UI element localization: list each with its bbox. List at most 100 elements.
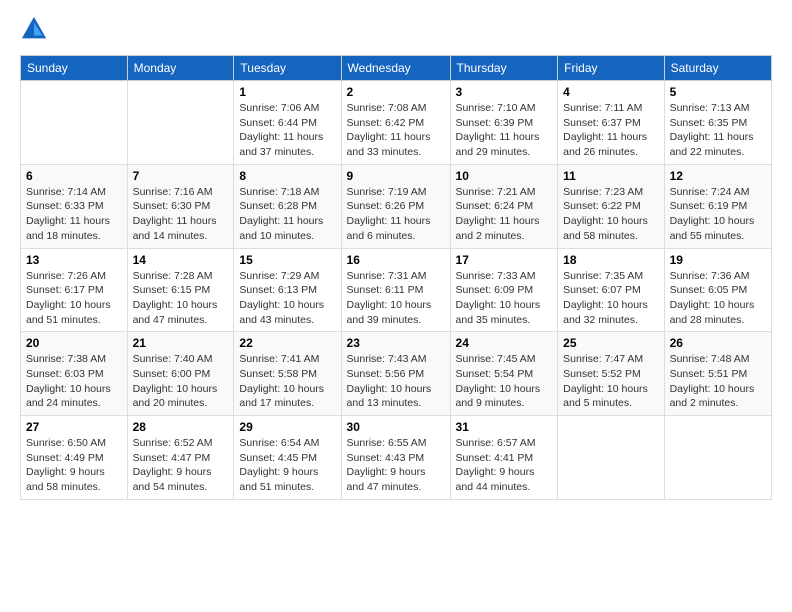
day-number: 3 [456, 85, 553, 99]
day-number: 9 [347, 169, 445, 183]
calendar-day-cell: 5Sunrise: 7:13 AM Sunset: 6:35 PM Daylig… [664, 81, 771, 165]
calendar-day-cell: 30 Sunrise: 6:55 AM Sunset: 4:43 PM Dayli… [341, 416, 450, 500]
calendar-day-cell: 19Sunrise: 7:36 AM Sunset: 6:05 PM Dayli… [664, 248, 771, 332]
day-info: Sunrise: 7:48 AM Sunset: 5:51 PM Dayligh… [670, 352, 766, 411]
calendar-day-cell: 29 Sunrise: 6:54 AM Sunset: 4:45 PM Dayli… [234, 416, 341, 500]
day-info: Sunrise: 7:28 AM Sunset: 6:15 PM Dayligh… [133, 269, 229, 328]
calendar-day-cell [21, 81, 128, 165]
calendar-day-header: Sunday [21, 56, 128, 81]
calendar-day-cell: 15 Sunrise: 7:29 AM Sunset: 6:13 PM Dayli… [234, 248, 341, 332]
calendar-week-row: 1 Sunrise: 7:06 AM Sunset: 6:44 PM Daylig… [21, 81, 772, 165]
day-number: 12 [670, 169, 766, 183]
day-info: Sunrise: 7:29 AM Sunset: 6:13 PM Dayligh… [239, 269, 335, 328]
day-info: Sunrise: 7:45 AM Sunset: 5:54 PM Dayligh… [456, 352, 553, 411]
day-info: Sunrise: 7:11 AM Sunset: 6:37 PM Dayligh… [563, 101, 658, 160]
day-number: 22 [239, 336, 335, 350]
header [20, 15, 772, 43]
day-number: 23 [347, 336, 445, 350]
calendar-day-cell [127, 81, 234, 165]
day-info: Sunrise: 6:54 AM Sunset: 4:45 PM Dayligh… [239, 436, 335, 495]
day-number: 19 [670, 253, 766, 267]
day-number: 17 [456, 253, 553, 267]
calendar-day-header: Tuesday [234, 56, 341, 81]
calendar-day-cell: 1 Sunrise: 7:06 AM Sunset: 6:44 PM Daylig… [234, 81, 341, 165]
calendar-day-cell: 10 Sunrise: 7:21 AM Sunset: 6:24 PM Dayli… [450, 164, 558, 248]
calendar-day-cell: 24 Sunrise: 7:45 AM Sunset: 5:54 PM Dayli… [450, 332, 558, 416]
day-number: 5 [670, 85, 766, 99]
day-info: Sunrise: 7:33 AM Sunset: 6:09 PM Dayligh… [456, 269, 553, 328]
calendar-day-cell [664, 416, 771, 500]
day-info: Sunrise: 7:24 AM Sunset: 6:19 PM Dayligh… [670, 185, 766, 244]
calendar-day-header: Friday [558, 56, 664, 81]
day-info: Sunrise: 7:38 AM Sunset: 6:03 PM Dayligh… [26, 352, 122, 411]
day-number: 18 [563, 253, 658, 267]
calendar-week-row: 13 Sunrise: 7:26 AM Sunset: 6:17 PM Dayli… [21, 248, 772, 332]
day-number: 7 [133, 169, 229, 183]
calendar-day-header: Thursday [450, 56, 558, 81]
day-info: Sunrise: 7:47 AM Sunset: 5:52 PM Dayligh… [563, 352, 658, 411]
calendar-day-cell: 20 Sunrise: 7:38 AM Sunset: 6:03 PM Dayli… [21, 332, 128, 416]
calendar-week-row: 27 Sunrise: 6:50 AM Sunset: 4:49 PM Dayli… [21, 416, 772, 500]
calendar-day-header: Saturday [664, 56, 771, 81]
day-info: Sunrise: 7:19 AM Sunset: 6:26 PM Dayligh… [347, 185, 445, 244]
calendar-day-cell: 21 Sunrise: 7:40 AM Sunset: 6:00 PM Dayli… [127, 332, 234, 416]
calendar-week-row: 6 Sunrise: 7:14 AM Sunset: 6:33 PM Daylig… [21, 164, 772, 248]
calendar-day-cell: 12 Sunrise: 7:24 AM Sunset: 6:19 PM Dayli… [664, 164, 771, 248]
calendar-day-cell: 4Sunrise: 7:11 AM Sunset: 6:37 PM Daylig… [558, 81, 664, 165]
day-number: 1 [239, 85, 335, 99]
day-info: Sunrise: 7:31 AM Sunset: 6:11 PM Dayligh… [347, 269, 445, 328]
calendar-day-cell: 18 Sunrise: 7:35 AM Sunset: 6:07 PM Dayli… [558, 248, 664, 332]
calendar-day-header: Monday [127, 56, 234, 81]
day-number: 27 [26, 420, 122, 434]
day-info: Sunrise: 7:40 AM Sunset: 6:00 PM Dayligh… [133, 352, 229, 411]
day-info: Sunrise: 7:23 AM Sunset: 6:22 PM Dayligh… [563, 185, 658, 244]
day-number: 30 [347, 420, 445, 434]
day-number: 21 [133, 336, 229, 350]
page: SundayMondayTuesdayWednesdayThursdayFrid… [0, 0, 792, 612]
calendar-day-cell: 14 Sunrise: 7:28 AM Sunset: 6:15 PM Dayli… [127, 248, 234, 332]
day-info: Sunrise: 7:18 AM Sunset: 6:28 PM Dayligh… [239, 185, 335, 244]
day-number: 6 [26, 169, 122, 183]
day-info: Sunrise: 7:26 AM Sunset: 6:17 PM Dayligh… [26, 269, 122, 328]
day-number: 31 [456, 420, 553, 434]
calendar-day-cell [558, 416, 664, 500]
calendar-day-cell: 13 Sunrise: 7:26 AM Sunset: 6:17 PM Dayli… [21, 248, 128, 332]
day-info: Sunrise: 6:57 AM Sunset: 4:41 PM Dayligh… [456, 436, 553, 495]
day-info: Sunrise: 7:21 AM Sunset: 6:24 PM Dayligh… [456, 185, 553, 244]
day-number: 11 [563, 169, 658, 183]
day-number: 20 [26, 336, 122, 350]
logo-icon [20, 15, 48, 43]
day-number: 28 [133, 420, 229, 434]
day-info: Sunrise: 7:41 AM Sunset: 5:58 PM Dayligh… [239, 352, 335, 411]
day-number: 14 [133, 253, 229, 267]
day-number: 29 [239, 420, 335, 434]
calendar-day-cell: 8 Sunrise: 7:18 AM Sunset: 6:28 PM Daylig… [234, 164, 341, 248]
calendar-day-header: Wednesday [341, 56, 450, 81]
calendar-day-cell: 7 Sunrise: 7:16 AM Sunset: 6:30 PM Daylig… [127, 164, 234, 248]
day-number: 15 [239, 253, 335, 267]
calendar-day-cell: 26Sunrise: 7:48 AM Sunset: 5:51 PM Dayli… [664, 332, 771, 416]
day-number: 25 [563, 336, 658, 350]
calendar-day-cell: 11 Sunrise: 7:23 AM Sunset: 6:22 PM Dayli… [558, 164, 664, 248]
day-info: Sunrise: 7:08 AM Sunset: 6:42 PM Dayligh… [347, 101, 445, 160]
calendar-day-cell: 25 Sunrise: 7:47 AM Sunset: 5:52 PM Dayli… [558, 332, 664, 416]
day-info: Sunrise: 7:16 AM Sunset: 6:30 PM Dayligh… [133, 185, 229, 244]
day-info: Sunrise: 6:55 AM Sunset: 4:43 PM Dayligh… [347, 436, 445, 495]
day-number: 10 [456, 169, 553, 183]
day-info: Sunrise: 7:14 AM Sunset: 6:33 PM Dayligh… [26, 185, 122, 244]
day-number: 24 [456, 336, 553, 350]
day-info: Sunrise: 7:06 AM Sunset: 6:44 PM Dayligh… [239, 101, 335, 160]
day-info: Sunrise: 6:50 AM Sunset: 4:49 PM Dayligh… [26, 436, 122, 495]
calendar-table: SundayMondayTuesdayWednesdayThursdayFrid… [20, 55, 772, 500]
calendar-day-cell: 27 Sunrise: 6:50 AM Sunset: 4:49 PM Dayli… [21, 416, 128, 500]
calendar-day-cell: 22 Sunrise: 7:41 AM Sunset: 5:58 PM Dayli… [234, 332, 341, 416]
logo [20, 15, 52, 43]
calendar-day-cell: 16Sunrise: 7:31 AM Sunset: 6:11 PM Dayli… [341, 248, 450, 332]
calendar-day-cell: 9 Sunrise: 7:19 AM Sunset: 6:26 PM Daylig… [341, 164, 450, 248]
calendar-day-cell: 6 Sunrise: 7:14 AM Sunset: 6:33 PM Daylig… [21, 164, 128, 248]
day-number: 13 [26, 253, 122, 267]
day-number: 2 [347, 85, 445, 99]
day-info: Sunrise: 7:35 AM Sunset: 6:07 PM Dayligh… [563, 269, 658, 328]
day-number: 8 [239, 169, 335, 183]
calendar-header-row: SundayMondayTuesdayWednesdayThursdayFrid… [21, 56, 772, 81]
